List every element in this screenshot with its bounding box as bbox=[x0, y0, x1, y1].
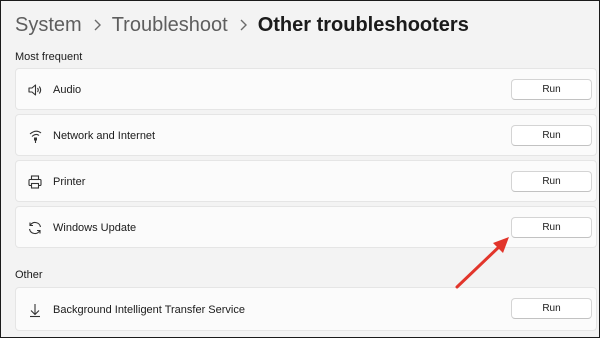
run-printer-button[interactable]: Run bbox=[511, 171, 592, 192]
speaker-icon bbox=[27, 82, 43, 98]
troubleshooter-label: Background Intelligent Transfer Service bbox=[53, 304, 245, 316]
breadcrumb-system[interactable]: System bbox=[15, 11, 82, 39]
run-windows-update-button[interactable]: Run bbox=[511, 217, 592, 238]
troubleshooter-label: Printer bbox=[53, 176, 86, 188]
section-heading-other: Other bbox=[15, 269, 43, 281]
troubleshooter-network: Network and Internet Run bbox=[15, 114, 597, 156]
run-network-button[interactable]: Run bbox=[511, 125, 592, 146]
chevron-right-icon bbox=[238, 18, 248, 32]
chevron-right-icon bbox=[92, 18, 102, 32]
breadcrumb: System Troubleshoot Other troubleshooter… bbox=[15, 11, 469, 39]
troubleshooter-label: Audio bbox=[53, 84, 82, 96]
troubleshooter-label: Windows Update bbox=[53, 222, 137, 234]
run-audio-button[interactable]: Run bbox=[511, 79, 592, 100]
troubleshooter-audio: Audio Run bbox=[15, 68, 597, 110]
sync-icon bbox=[27, 220, 43, 236]
page-title: Other troubleshooters bbox=[257, 14, 469, 36]
troubleshooter-printer: Printer Run bbox=[15, 160, 597, 202]
network-icon bbox=[27, 128, 43, 144]
troubleshooter-label: Network and Internet bbox=[53, 130, 156, 142]
troubleshooter-bits: Background Intelligent Transfer Service … bbox=[15, 287, 597, 331]
settings-window: System Troubleshoot Other troubleshooter… bbox=[0, 0, 600, 338]
troubleshooter-windows-update: Windows Update Run bbox=[15, 206, 597, 248]
download-icon bbox=[27, 302, 43, 318]
run-bits-button[interactable]: Run bbox=[511, 298, 592, 319]
breadcrumb-troubleshoot[interactable]: Troubleshoot bbox=[112, 11, 228, 39]
section-heading-most-frequent: Most frequent bbox=[15, 51, 83, 63]
printer-icon bbox=[27, 174, 43, 190]
